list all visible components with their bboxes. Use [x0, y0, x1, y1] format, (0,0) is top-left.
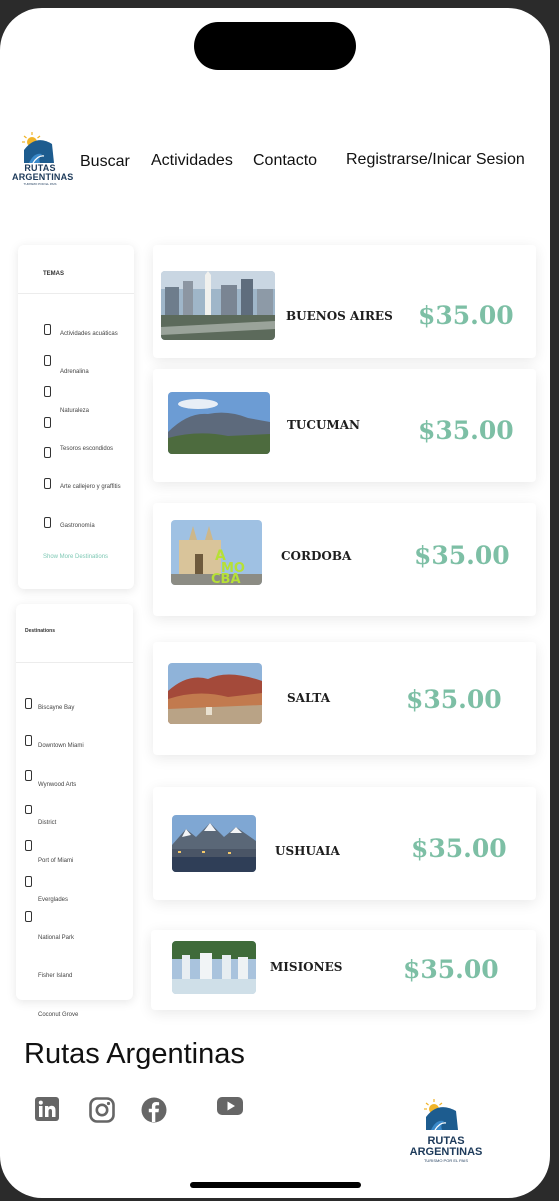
- checkbox-national-park[interactable]: [25, 911, 32, 922]
- logo-tagline: TURISMO POR EL PAIS: [423, 1158, 468, 1163]
- dynamic-island: [194, 22, 356, 70]
- logo-mark-icon: [22, 132, 54, 164]
- salta-photo: [168, 663, 262, 724]
- filter-label: Adrenalina: [60, 369, 89, 375]
- buenos-aires-photo: [161, 271, 275, 340]
- footer-title: Rutas Argentinas: [24, 1038, 245, 1070]
- checkbox-district[interactable]: [25, 805, 32, 814]
- card-price: $35.00: [403, 955, 499, 984]
- nav-contacto[interactable]: Contacto: [253, 152, 317, 170]
- card-city: SALTA: [287, 691, 331, 705]
- logo-mark-icon: [424, 1099, 458, 1131]
- footer-logo[interactable]: RUTAS ARGENTINAS TURISMO POR EL PAIS: [408, 1097, 484, 1163]
- filter-label: Actividades acuáticas: [60, 331, 118, 337]
- tucuman-photo: [168, 392, 270, 454]
- destination-card-cordoba[interactable]: A MO CBA CORDOBA $35.00: [153, 503, 536, 616]
- checkbox-everglades[interactable]: [25, 876, 32, 887]
- destination-card-salta[interactable]: SALTA $35.00: [153, 642, 536, 755]
- destination-card-tucuman[interactable]: TUCUMAN $35.00: [153, 369, 536, 482]
- cordoba-photo: A MO CBA: [171, 520, 262, 585]
- card-price: $35.00: [418, 301, 514, 330]
- destinations-filter-panel: Destinations Biscayne Bay Downtown Miami…: [16, 604, 133, 1000]
- card-city: BUENOS AIRES: [286, 309, 393, 323]
- filter-label: Biscayne Bay: [38, 705, 75, 711]
- divider: [18, 293, 134, 294]
- checkbox-downtown-miami[interactable]: [25, 735, 32, 746]
- checkbox-tesoros-escondidos-2[interactable]: [44, 447, 51, 458]
- temas-filter-panel: TEMAS Actividades acuáticas Adrenalina N…: [18, 245, 134, 589]
- card-price: $35.00: [418, 416, 514, 445]
- checkbox-port-of-miami[interactable]: [25, 840, 32, 851]
- svg-text:CBA: CBA: [211, 572, 241, 585]
- misiones-photo: [172, 941, 256, 994]
- linkedin-icon[interactable]: [35, 1097, 61, 1123]
- card-price: $35.00: [414, 541, 510, 570]
- home-indicator[interactable]: [190, 1182, 361, 1188]
- filter-label: District: [38, 820, 57, 826]
- filter-label: National Park: [38, 935, 75, 941]
- brand-logo[interactable]: RUTAS ARGENTINAS TURISMO POR EL PAIS: [12, 130, 74, 186]
- logo-tagline: TURISMO POR EL PAIS: [23, 182, 57, 186]
- filter-label: Arte callejero y graffitis: [60, 484, 121, 490]
- filter-label: Wynwood Arts: [38, 782, 77, 788]
- logo-text-argentinas: ARGENTINAS: [409, 1146, 483, 1158]
- instagram-icon[interactable]: [89, 1097, 115, 1123]
- checkbox-tesoros-escondidos[interactable]: [44, 417, 51, 428]
- checkbox-actividades-acuaticas[interactable]: [44, 324, 51, 335]
- nav-actividades[interactable]: Actividades: [151, 152, 233, 170]
- nav-buscar[interactable]: Buscar: [80, 153, 130, 171]
- filter-label: Everglades: [38, 897, 69, 903]
- divider: [16, 662, 133, 663]
- filter-label: Port of Miami: [38, 858, 74, 864]
- filter-label: Coconut Grove: [38, 1012, 79, 1018]
- filter-label: Tesoros escondidos: [60, 446, 114, 452]
- card-city: USHUAIA: [275, 844, 340, 858]
- checkbox-arte-callejero[interactable]: [44, 478, 51, 489]
- card-city: TUCUMAN: [287, 418, 360, 432]
- logo-text-argentinas: ARGENTINAS: [12, 172, 74, 182]
- filter-label: Gastronomía: [60, 523, 95, 529]
- show-more-link[interactable]: Show More Destinations: [43, 554, 108, 560]
- checkbox-gastronomia[interactable]: [44, 517, 51, 528]
- facebook-icon[interactable]: [141, 1097, 167, 1123]
- filter-label: Downtown Miami: [38, 743, 84, 749]
- checkbox-wynwood-arts[interactable]: [25, 770, 32, 781]
- card-price: $35.00: [411, 834, 507, 863]
- card-price: $35.00: [406, 685, 502, 714]
- destinations-title: Destinations: [25, 628, 56, 634]
- youtube-icon[interactable]: [217, 1096, 243, 1122]
- card-city: CORDOBA: [281, 549, 352, 563]
- destination-card-buenos-aires[interactable]: BUENOS AIRES $35.00: [153, 245, 536, 358]
- filter-label: Fisher Island: [38, 973, 73, 979]
- card-city: MISIONES: [270, 960, 343, 974]
- temas-title: TEMAS: [43, 271, 64, 277]
- nav-registrarse[interactable]: Registrarse/Inicar Sesion: [346, 151, 525, 169]
- destination-card-misiones[interactable]: MISIONES $35.00: [151, 930, 536, 1010]
- destination-card-ushuaia[interactable]: USHUAIA $35.00: [153, 787, 536, 900]
- ushuaia-photo: [172, 815, 256, 872]
- phone-screen: RUTAS ARGENTINAS TURISMO POR EL PAIS Bus…: [0, 8, 550, 1198]
- checkbox-adrenalina[interactable]: [44, 355, 51, 366]
- checkbox-biscayne-bay[interactable]: [25, 698, 32, 709]
- checkbox-naturaleza[interactable]: [44, 386, 51, 397]
- filter-label: Naturaleza: [60, 408, 90, 414]
